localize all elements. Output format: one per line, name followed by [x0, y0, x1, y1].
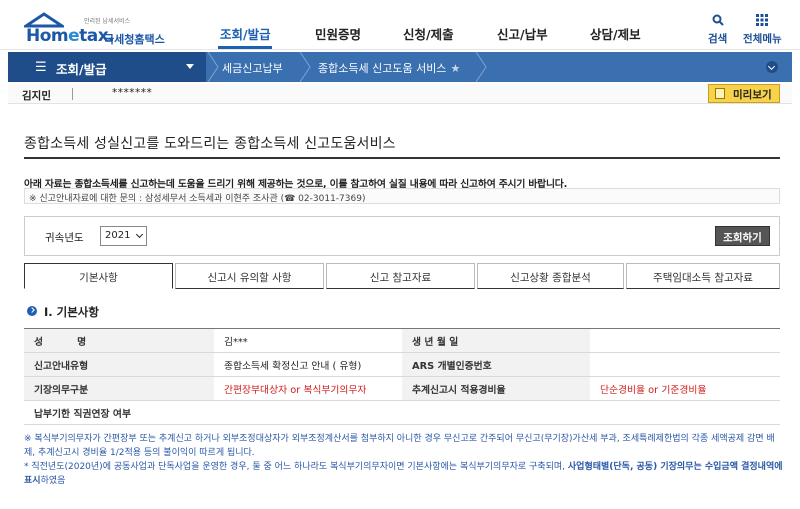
grid-icon: [756, 14, 769, 26]
gnb-item-inquiry[interactable]: 조회/발급: [220, 24, 271, 43]
gnb-item-certificate[interactable]: 민원증명: [315, 24, 361, 43]
gnb-item-filing[interactable]: 신고/납부: [497, 24, 548, 43]
tab-filing-cautions[interactable]: 신고시 유의할 사항: [175, 263, 324, 289]
search-submit-button[interactable]: 조회하기: [715, 226, 770, 246]
bookkeeping-value: 간편장부대상자 or 복식부기의무자: [214, 376, 402, 401]
search-label: 검색: [708, 33, 728, 45]
breadcrumb-separator-icon: [299, 52, 311, 82]
favorite-star-icon[interactable]: ★: [450, 62, 460, 75]
footnote-2: * 직전년도(2020년)에 공동사업과 단독사업을 운영한 경우, 둘 중 어…: [24, 462, 783, 486]
tab-housing-rental[interactable]: 주택임대소득 참고자료: [626, 263, 780, 289]
user-id-masked: *******: [112, 87, 153, 99]
expense-rate-value: 단순경비율 or 기준경비율: [590, 376, 780, 401]
year-select[interactable]: 2021: [100, 226, 147, 246]
section-bullet-icon: [27, 306, 37, 316]
breadcrumb-separator-icon: [207, 52, 219, 82]
all-menu-label: 전체메뉴: [743, 33, 782, 45]
bookkeeping-label: 기장의무구분: [24, 376, 214, 401]
breadcrumb-separator-icon: [475, 52, 487, 82]
search-button[interactable]: 검색: [708, 14, 727, 46]
tab-filing-analysis[interactable]: 신고상황 종합분석: [477, 263, 624, 289]
basic-info-table: 성 명 김*** 생 년 월 일 신고안내유형 종합소득세 확정신고 안내 ( …: [24, 328, 780, 425]
logo-korean-name: 국세청홈택스: [104, 33, 165, 46]
chevron-down-icon: [135, 230, 144, 239]
birthdate-label: 생 년 월 일: [402, 328, 590, 353]
contact-info: ※ 신고안내자료에 대한 문의 : 삼성세무서 소득세과 이현주 조사관 (☎ …: [24, 188, 780, 204]
menu-dropdown-label: 조회/발급: [56, 62, 107, 77]
year-label: 귀속년도: [45, 232, 84, 244]
name-value: 김***: [214, 328, 402, 353]
hometax-logo[interactable]: 안리된 납세서비스 Hometax. 국세청홈택스: [24, 12, 174, 46]
location-navbar: ☰ 조회/발급 세금신고납부 종합소득세 신고도움 서비스 ★: [8, 52, 792, 82]
logo-wordmark: Hometax.: [26, 26, 115, 46]
birthdate-value: [590, 328, 780, 353]
all-menu-button[interactable]: 전체메뉴: [743, 14, 782, 46]
site-header: 안리된 납세서비스 Hometax. 국세청홈택스 조회/발급 민원증명 신청/…: [0, 0, 800, 50]
year-select-value: 2021: [105, 230, 131, 241]
table-row: 기장의무구분 간편장부대상자 or 복식부기의무자 추계신고시 적용경비율 단순…: [24, 376, 780, 401]
chevron-down-icon[interactable]: [766, 61, 778, 73]
year-search-box: 귀속년도 2021 조회하기: [24, 216, 780, 256]
user-info-bar: 김지민 *******: [8, 84, 792, 104]
preview-button-label: 미리보기: [733, 89, 772, 101]
name-label: 성 명: [24, 328, 214, 353]
gnb-item-application[interactable]: 신청/제출: [403, 24, 454, 43]
footnote-1: ※ 복식부기의무자가 간편장부 또는 추계신고 하거나 외부조정대상자가 외부조…: [24, 434, 775, 458]
breadcrumb-item-current[interactable]: 종합소득세 신고도움 서비스 ★: [318, 60, 460, 76]
gnb-active-indicator: [218, 46, 272, 49]
guide-type-value: 종합소득세 확정신고 안내 ( 유형): [214, 352, 402, 377]
footnotes: ※ 복식부기의무자가 간편장부 또는 추계신고 하거나 외부조정대상자가 외부조…: [24, 432, 784, 488]
extension-label: 납부기한 직권연장 여부: [24, 400, 214, 425]
preview-button[interactable]: 미리보기: [708, 84, 780, 103]
table-row: 신고안내유형 종합소득세 확정신고 안내 ( 유형) ARS 개별인증번호: [24, 352, 780, 377]
expense-rate-label: 추계신고시 적용경비율: [402, 376, 590, 401]
breadcrumb-item-tax-filing[interactable]: 세금신고납부: [222, 60, 283, 76]
user-name: 김지민: [22, 90, 51, 102]
extension-value: [214, 400, 780, 425]
ars-label: ARS 개별인증번호: [402, 352, 590, 377]
section-title: Ⅰ. 기본사항: [44, 305, 99, 319]
table-row: 납부기한 직권연장 여부: [24, 400, 780, 425]
hamburger-icon: ☰: [35, 60, 47, 75]
menu-dropdown[interactable]: ☰ 조회/발급: [8, 52, 206, 82]
divider: [72, 88, 73, 100]
tab-basic-info[interactable]: 기본사항: [24, 263, 173, 289]
page-title: 종합소득세 성실신고를 도와드리는 종합소득세 신고도움서비스: [24, 136, 396, 152]
caret-down-icon: [186, 64, 194, 69]
document-icon: [715, 88, 725, 99]
tab-reference-data[interactable]: 신고 참고자료: [326, 263, 475, 289]
ars-value: [590, 352, 780, 377]
table-row: 성 명 김*** 생 년 월 일: [24, 328, 780, 353]
guide-type-label: 신고안내유형: [24, 352, 214, 377]
logo-tagline: 안리된 납세서비스: [84, 18, 131, 25]
search-icon: [712, 14, 724, 26]
divider: [24, 157, 780, 159]
gnb-item-consult[interactable]: 상담/제보: [590, 24, 641, 43]
